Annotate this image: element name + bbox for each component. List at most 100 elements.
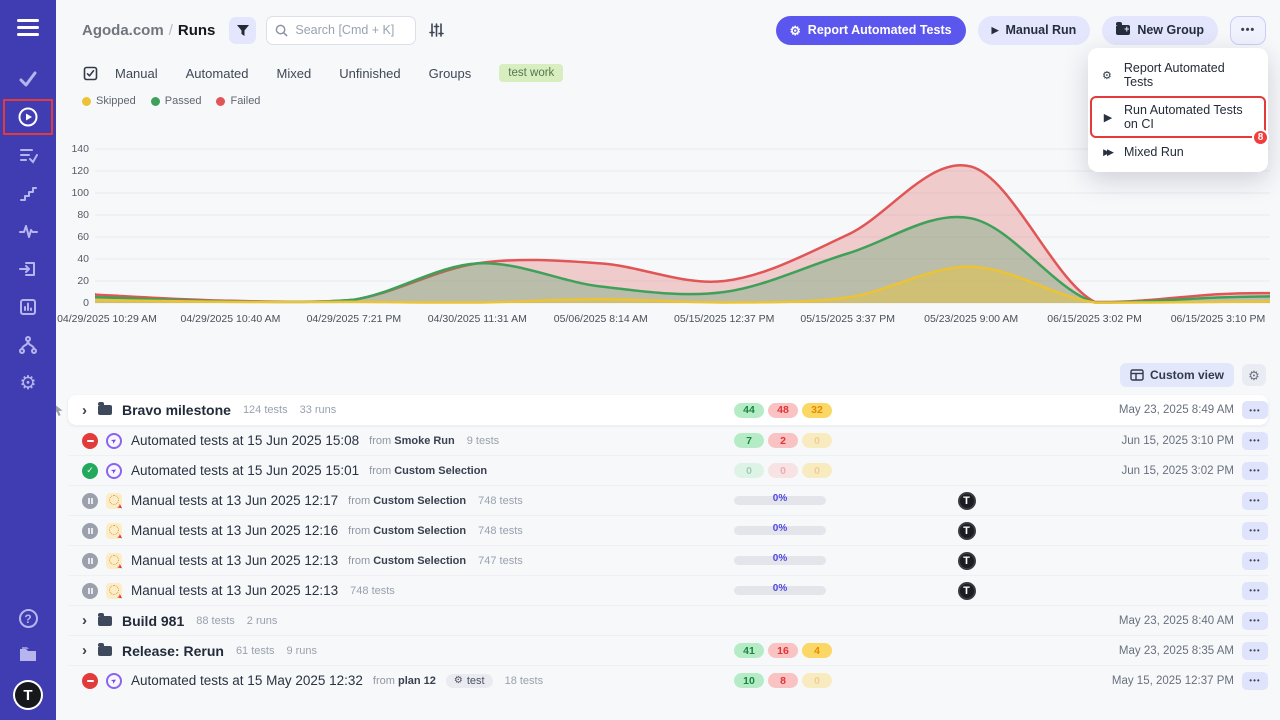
run-row[interactable]: › Manual tests at 13 Jun 2025 12:13 ⚙ 74… (68, 575, 1268, 605)
row-title[interactable]: Manual tests at 13 Jun 2025 12:13 (131, 583, 338, 598)
row-tag[interactable]: ⚙test (446, 674, 493, 688)
sidebar-item-plans[interactable] (0, 136, 56, 174)
chevron-expand-icon[interactable]: › (82, 643, 87, 658)
row-menu-button[interactable]: ••• (1242, 612, 1268, 630)
row-menu-button[interactable]: ••• (1242, 552, 1268, 570)
row-date: May 23, 2025 8:49 AM (1079, 404, 1234, 416)
row-content: › Bravo milestone ⚙ 124 tests 33 runs (82, 402, 734, 418)
new-group-button[interactable]: New Group (1102, 16, 1218, 45)
legend-item[interactable]: Passed (151, 95, 202, 107)
chevron-expand-icon[interactable]: › (82, 403, 87, 418)
sidebar-item-reports[interactable] (0, 288, 56, 326)
projects-folder-icon[interactable] (17, 644, 39, 664)
tab-manual[interactable]: Manual (115, 66, 158, 81)
run-row[interactable]: › Manual tests at 13 Jun 2025 12:13 from… (68, 545, 1268, 575)
more-actions-button[interactable]: ••• (1230, 16, 1266, 45)
pending-status-icon (82, 553, 98, 569)
app-logo[interactable]: T (13, 680, 43, 710)
menu-item-report-automated-tests[interactable]: ⚙ Report Automated Tests (1088, 54, 1268, 96)
sidebar-item-tests[interactable] (0, 60, 56, 98)
row-title[interactable]: Build 981 (122, 613, 184, 629)
filter-button[interactable] (229, 17, 256, 44)
automated-run-icon (106, 463, 122, 479)
sidebar-item-activity[interactable] (0, 212, 56, 250)
manual-run-button[interactable]: ▶ Manual Run (978, 16, 1091, 45)
row-source: from Custom Selection (348, 555, 466, 567)
result-badges: 41164 (734, 643, 854, 658)
table-view-icon (1130, 369, 1144, 381)
run-row[interactable]: › Automated tests at 15 May 2025 12:32 f… (68, 665, 1268, 695)
red-count-badge: 16 (768, 643, 798, 658)
search-input[interactable] (266, 16, 416, 45)
table-settings-button[interactable]: ⚙ (1242, 364, 1266, 386)
tests-count: 748 tests (350, 585, 395, 597)
row-menu-button[interactable]: ••• (1242, 492, 1268, 510)
row-title[interactable]: Manual tests at 13 Jun 2025 12:16 (131, 523, 338, 538)
help-icon[interactable]: ? (19, 609, 38, 628)
sidebar-item-import[interactable] (0, 250, 56, 288)
cursor-pointer-icon (56, 404, 64, 420)
select-runs-icon[interactable] (82, 65, 99, 82)
sidebar-item-runs[interactable] (3, 99, 53, 135)
group-row[interactable]: › Release: Rerun ⚙ 61 tests 9 runs 41164… (68, 635, 1268, 665)
view-settings-button[interactable] (428, 22, 444, 38)
row-content: › Automated tests at 15 Jun 2025 15:08 f… (82, 433, 734, 449)
group-row[interactable]: › Bravo milestone ⚙ 124 tests 33 runs 44… (68, 395, 1268, 425)
y-axis-label: 140 (59, 143, 89, 155)
x-axis-label: 05/23/2025 9:00 AM (924, 313, 1018, 325)
group-row[interactable]: › Build 981 ⚙ 88 tests 2 runs May 23, 20… (68, 605, 1268, 635)
runs-count: 9 runs (286, 645, 317, 657)
row-menu-button[interactable]: ••• (1242, 582, 1268, 600)
row-menu-button[interactable]: ••• (1242, 672, 1268, 690)
chevron-expand-icon[interactable]: › (82, 613, 87, 628)
assignee-avatar[interactable]: T (958, 582, 976, 600)
row-title[interactable]: Manual tests at 13 Jun 2025 12:17 (131, 493, 338, 508)
row-title[interactable]: Release: Rerun (122, 643, 224, 659)
row-menu-button[interactable]: ••• (1242, 522, 1268, 540)
row-title[interactable]: Automated tests at 15 May 2025 12:32 (131, 673, 363, 688)
custom-view-button[interactable]: Custom view (1120, 363, 1234, 387)
run-row[interactable]: › Manual tests at 13 Jun 2025 12:16 from… (68, 515, 1268, 545)
row-title[interactable]: Automated tests at 15 Jun 2025 15:01 (131, 463, 359, 478)
x-axis-label: 06/15/2025 3:02 PM (1047, 313, 1142, 325)
x-axis-label: 05/06/2025 8:14 AM (554, 313, 648, 325)
legend-item[interactable]: Failed (216, 95, 260, 107)
result-badges: 720 (734, 433, 854, 448)
assignee-avatar[interactable]: T (958, 492, 976, 510)
run-row[interactable]: › Automated tests at 15 Jun 2025 15:01 f… (68, 455, 1268, 485)
pending-status-icon (82, 583, 98, 599)
row-menu-button[interactable]: ••• (1242, 432, 1268, 450)
hamburger-menu-icon[interactable] (0, 0, 56, 54)
row-menu-button[interactable]: ••• (1242, 642, 1268, 660)
tab-automated[interactable]: Automated (186, 66, 249, 81)
sidebar-item-milestones[interactable] (0, 174, 56, 212)
breadcrumb-project[interactable]: Agoda.com (82, 22, 164, 39)
report-automated-tests-button[interactable]: ⚙ Report Automated Tests (776, 16, 966, 45)
legend-dot (151, 97, 160, 106)
red-count-badge: 48 (768, 403, 798, 418)
sidebar-item-settings[interactable]: ⚙ (0, 364, 56, 402)
progress-label: 0% (734, 583, 826, 594)
assignee-avatar[interactable]: T (958, 552, 976, 570)
row-title[interactable]: Automated tests at 15 Jun 2025 15:08 (131, 433, 359, 448)
row-title[interactable]: Manual tests at 13 Jun 2025 12:13 (131, 553, 338, 568)
row-menu-button[interactable]: ••• (1242, 462, 1268, 480)
row-content: › Manual tests at 13 Jun 2025 12:13 from… (82, 553, 734, 569)
run-row[interactable]: › Automated tests at 15 Jun 2025 15:08 f… (68, 425, 1268, 455)
tab-groups[interactable]: Groups (429, 66, 472, 81)
menu-item-run-automated-tests-on-ci[interactable]: ▶ Run Automated Tests on CI (1092, 98, 1264, 136)
run-row[interactable]: › Manual tests at 13 Jun 2025 12:17 from… (68, 485, 1268, 515)
legend-dot (216, 97, 225, 106)
assignee-avatar[interactable]: T (958, 522, 976, 540)
sidebar-item-branches[interactable] (0, 326, 56, 364)
legend-item[interactable]: Skipped (82, 95, 136, 107)
tests-count: 747 tests (478, 555, 523, 567)
row-title[interactable]: Bravo milestone (122, 402, 231, 418)
tab-mixed[interactable]: Mixed (277, 66, 312, 81)
tab-unfinished[interactable]: Unfinished (339, 66, 400, 81)
row-menu-button[interactable]: ••• (1242, 401, 1268, 419)
progress-bar: 0% (734, 556, 826, 565)
filter-tag-test-work[interactable]: test work (499, 64, 563, 82)
result-badges: 000 (734, 463, 854, 478)
menu-item-mixed-run[interactable]: ▶▶ Mixed Run (1088, 138, 1268, 166)
